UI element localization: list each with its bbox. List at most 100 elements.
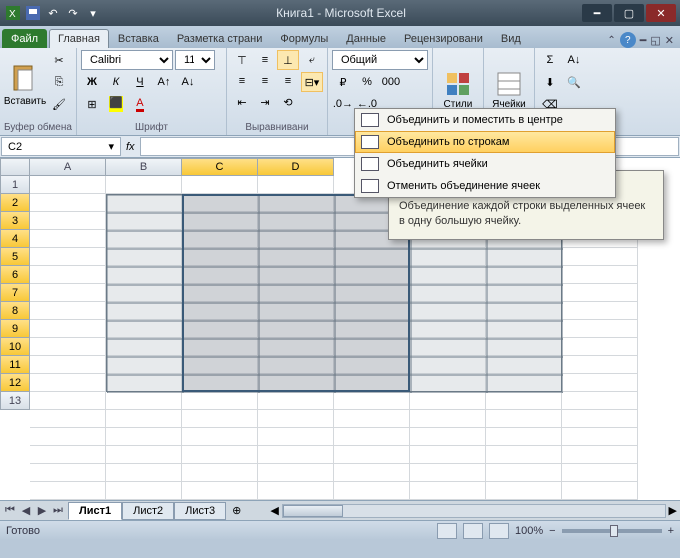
align-bottom-icon[interactable]: ⊥ <box>277 50 299 70</box>
row-header[interactable]: 7 <box>0 284 30 302</box>
sheet-tab-1[interactable]: Лист1 <box>68 502 122 520</box>
merge-center-item[interactable]: Объединить и поместить в центре <box>355 109 615 131</box>
window-restore-icon[interactable]: ◱ <box>650 34 660 47</box>
underline-icon[interactable]: Ч <box>129 72 151 92</box>
sheet-tab-3[interactable]: Лист3 <box>174 502 226 520</box>
sheet-prev-icon[interactable]: ◀ <box>18 504 34 517</box>
row-header[interactable]: 9 <box>0 320 30 338</box>
sheet-next-icon[interactable]: ▶ <box>34 504 50 517</box>
font-name-select[interactable]: Calibri <box>81 50 173 70</box>
tab-review[interactable]: Рецензировани <box>395 29 492 48</box>
merge-across-item[interactable]: Объединить по строкам <box>355 131 615 153</box>
indent-decrease-icon[interactable]: ⇤ <box>231 92 253 112</box>
maximize-button[interactable]: ▢ <box>614 4 644 22</box>
borders-icon[interactable]: ⊞ <box>81 94 103 114</box>
row-header[interactable]: 12 <box>0 374 30 392</box>
horizontal-scrollbar[interactable]: ◀ ▶ <box>267 504 680 518</box>
select-all-corner[interactable] <box>0 158 30 176</box>
sheet-first-icon[interactable]: ⏮ <box>2 504 18 517</box>
sheet-last-icon[interactable]: ⏭ <box>50 504 66 517</box>
col-header-c[interactable]: C <box>182 158 258 176</box>
new-sheet-icon[interactable]: ⊕ <box>226 504 247 517</box>
redo-icon[interactable]: ↷ <box>64 4 82 22</box>
unmerge-item[interactable]: Отменить объединение ячеек <box>355 175 615 197</box>
fx-icon[interactable]: fx <box>122 136 139 157</box>
font-color-icon[interactable]: A <box>129 94 151 114</box>
align-top-icon[interactable]: ⊤ <box>231 50 253 70</box>
minimize-ribbon-icon[interactable]: ⌃ <box>607 35 615 46</box>
tab-formulas[interactable]: Формулы <box>271 29 337 48</box>
name-box[interactable]: C2▾ <box>1 137 121 156</box>
merge-cells-button[interactable]: ⊟▾ <box>301 72 323 92</box>
view-pagebreak-icon[interactable] <box>489 523 509 539</box>
tab-insert[interactable]: Вставка <box>109 29 168 48</box>
window-close-icon[interactable]: ✕ <box>665 34 674 47</box>
wrap-text-icon[interactable]: ⤶ <box>301 50 323 70</box>
col-header-a[interactable]: A <box>30 158 106 176</box>
find-icon[interactable]: 🔍 <box>563 72 585 92</box>
sheet-tab-2[interactable]: Лист2 <box>122 502 174 520</box>
row-header[interactable]: 3 <box>0 212 30 230</box>
percent-icon[interactable]: % <box>356 72 378 92</box>
italic-icon[interactable]: К <box>105 72 127 92</box>
sheet-tab-bar: ⏮ ◀ ▶ ⏭ Лист1 Лист2 Лист3 ⊕ ◀ ▶ <box>0 500 680 520</box>
minimize-button[interactable]: ━ <box>582 4 612 22</box>
sort-filter-icon[interactable]: A↓ <box>563 50 585 70</box>
increase-decimal-icon[interactable]: .0→ <box>332 94 354 114</box>
zoom-thumb[interactable] <box>610 525 618 537</box>
zoom-in-icon[interactable]: + <box>668 525 674 537</box>
row-header[interactable]: 8 <box>0 302 30 320</box>
qat-dropdown-icon[interactable]: ▾ <box>84 4 102 22</box>
tab-home[interactable]: Главная <box>49 29 109 48</box>
copy-icon[interactable]: ⎘ <box>48 72 70 92</box>
row-header[interactable]: 13 <box>0 392 30 410</box>
zoom-slider[interactable] <box>562 529 662 533</box>
tab-data[interactable]: Данные <box>337 29 395 48</box>
undo-icon[interactable]: ↶ <box>44 4 62 22</box>
excel-icon[interactable]: X <box>4 4 22 22</box>
row-header[interactable]: 4 <box>0 230 30 248</box>
view-normal-icon[interactable] <box>437 523 457 539</box>
col-header-b[interactable]: B <box>106 158 182 176</box>
row-header[interactable]: 5 <box>0 248 30 266</box>
tab-file[interactable]: Файл <box>2 29 47 48</box>
cut-icon[interactable]: ✂ <box>48 50 70 70</box>
view-layout-icon[interactable] <box>463 523 483 539</box>
window-min-icon[interactable]: ━ <box>640 34 647 47</box>
currency-icon[interactable]: ₽ <box>332 72 354 92</box>
row-header[interactable]: 1 <box>0 176 30 194</box>
scroll-thumb[interactable] <box>283 505 343 517</box>
row-header[interactable]: 2 <box>0 194 30 212</box>
fill-color-icon[interactable]: ⬛ <box>105 94 127 114</box>
grow-font-icon[interactable]: A↑ <box>153 72 175 92</box>
autosum-icon[interactable]: Σ <box>539 50 561 70</box>
save-icon[interactable] <box>24 4 42 22</box>
help-icon[interactable]: ? <box>620 32 636 48</box>
close-button[interactable]: ✕ <box>646 4 676 22</box>
orientation-icon[interactable]: ⟲ <box>277 92 299 112</box>
align-center-icon[interactable]: ≡ <box>254 71 276 91</box>
indent-increase-icon[interactable]: ⇥ <box>254 92 276 112</box>
bold-icon[interactable]: Ж <box>81 72 103 92</box>
zoom-out-icon[interactable]: − <box>549 525 555 537</box>
title-bar: X ↶ ↷ ▾ Книга1 - Microsoft Excel ━ ▢ ✕ <box>0 0 680 26</box>
align-left-icon[interactable]: ≡ <box>231 71 253 91</box>
align-middle-icon[interactable]: ≡ <box>254 50 276 70</box>
group-clipboard: Вставить ✂ ⎘ 🖌 Буфер обмена <box>0 48 77 135</box>
format-painter-icon[interactable]: 🖌 <box>48 94 70 114</box>
font-size-select[interactable]: 11 <box>175 50 215 70</box>
number-format-select[interactable]: Общий <box>332 50 428 70</box>
align-right-icon[interactable]: ≡ <box>277 71 299 91</box>
col-header-d[interactable]: D <box>258 158 334 176</box>
row-header[interactable]: 11 <box>0 356 30 374</box>
font-label: Шрифт <box>81 120 222 135</box>
row-header[interactable]: 6 <box>0 266 30 284</box>
fill-icon[interactable]: ⬇ <box>539 72 561 92</box>
merge-cells-item[interactable]: Объединить ячейки <box>355 153 615 175</box>
tab-page-layout[interactable]: Разметка страни <box>168 29 272 48</box>
tab-view[interactable]: Вид <box>492 29 530 48</box>
paste-button[interactable]: Вставить <box>4 50 46 120</box>
row-header[interactable]: 10 <box>0 338 30 356</box>
shrink-font-icon[interactable]: A↓ <box>177 72 199 92</box>
comma-icon[interactable]: 000 <box>380 72 402 92</box>
